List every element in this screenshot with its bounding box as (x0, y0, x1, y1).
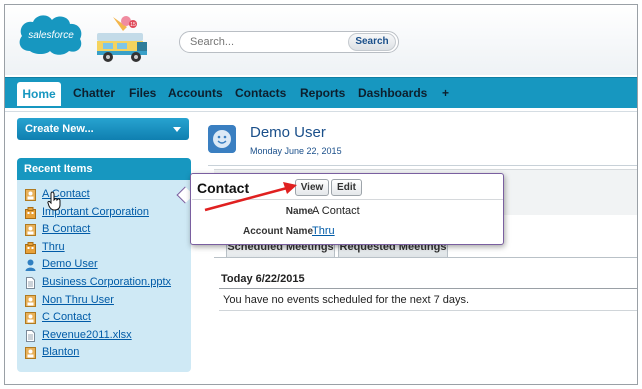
recent-items-title: Recent Items (17, 158, 191, 180)
contact-icon (25, 189, 36, 201)
recent-item-label[interactable]: C Contact (42, 311, 91, 323)
divider (214, 257, 637, 258)
account-icon (25, 206, 36, 219)
chevron-down-icon (173, 127, 181, 132)
recent-item-label[interactable]: Non Thru User (42, 294, 114, 306)
edit-button[interactable]: Edit (331, 179, 362, 196)
document-icon (25, 277, 36, 289)
no-events-message: You have no events scheduled for the nex… (223, 294, 470, 306)
create-new-button[interactable]: Create New... (17, 118, 189, 140)
recent-item-label[interactable]: Business Corporation.pptx (42, 276, 171, 288)
tab-home[interactable]: Home (17, 82, 61, 106)
logo-text: salesforce (28, 30, 74, 41)
field-label-account-name: Account Name (242, 226, 313, 237)
avatar (208, 125, 236, 153)
divider (208, 165, 637, 166)
divider (219, 310, 637, 311)
create-new-label: Create New... (25, 123, 94, 135)
tab-reports[interactable]: Reports (300, 86, 345, 100)
recent-items-panel: Recent Items A Contact Important Corporat… (17, 158, 191, 372)
contact-icon (25, 294, 36, 307)
tab-accounts[interactable]: Accounts (168, 86, 223, 100)
annotation-arrow (204, 182, 297, 212)
account-icon (25, 241, 36, 254)
current-date: Monday June 22, 2015 (250, 146, 342, 156)
contact-icon (25, 312, 36, 325)
hand-cursor-icon (47, 191, 61, 211)
recent-item-label[interactable]: Revenue2011.xlsx (42, 329, 132, 341)
search-box: Search (179, 31, 399, 53)
tab-dashboards[interactable]: Dashboards (358, 86, 427, 100)
contact-icon (25, 347, 36, 360)
recent-item-label[interactable]: Blanton (42, 346, 79, 358)
user-name[interactable]: Demo User (250, 124, 326, 141)
user-icon (25, 259, 36, 272)
tab-contacts[interactable]: Contacts (235, 86, 286, 100)
salesforce-logo[interactable]: salesforce (16, 11, 86, 57)
tab-bar: Home Chatter Files Accounts Contacts Rep… (5, 77, 637, 108)
tab-add-icon[interactable]: + (442, 86, 449, 100)
recent-item-label[interactable]: Thru (42, 241, 65, 253)
divider (5, 111, 637, 112)
today-label: Today 6/22/2015 (221, 273, 305, 285)
recent-item-label[interactable]: B Contact (42, 223, 90, 235)
divider (219, 288, 637, 289)
search-button[interactable]: Search (348, 33, 396, 51)
app-window: salesforce 15 Search Home Chatter Files (4, 4, 638, 385)
tab-chatter[interactable]: Chatter (73, 86, 115, 100)
contact-icon (25, 224, 36, 237)
field-value-name: A Contact (312, 205, 360, 217)
svg-text:15: 15 (130, 22, 136, 28)
account-name-link[interactable]: Thru (312, 225, 335, 237)
document-icon (25, 329, 36, 342)
recent-item-label[interactable]: Demo User (42, 258, 98, 270)
ice-cream-truck-icon: 15 (97, 16, 147, 62)
tab-files[interactable]: Files (129, 86, 156, 100)
header: salesforce 15 Search (5, 5, 637, 75)
search-input[interactable] (180, 32, 346, 52)
